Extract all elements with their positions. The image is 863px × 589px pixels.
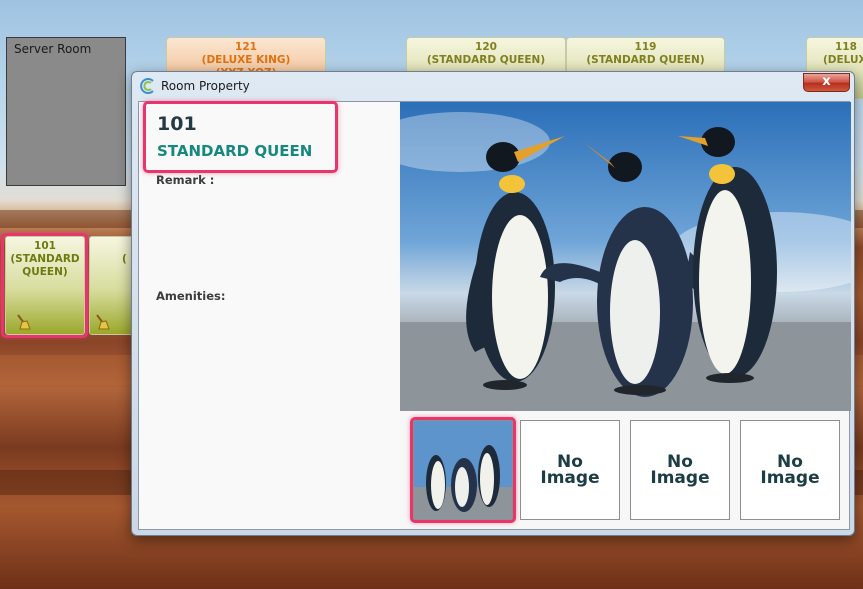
no-image-placeholder: No Image (521, 421, 619, 519)
no-image-text: Image (760, 468, 820, 488)
amenities-label: Amenities: (156, 289, 226, 303)
thumbnail-2[interactable]: No Image (520, 420, 620, 520)
room-number: 118 (835, 41, 857, 53)
room-main-photo (400, 102, 851, 411)
thumbnail-3[interactable]: No Image (630, 420, 730, 520)
room-number: 120 (475, 41, 497, 53)
thumbnail-4[interactable]: No Image (740, 420, 840, 520)
room-type: (STANDARD QUEEN) (586, 54, 705, 66)
broom-icon (96, 314, 110, 330)
room-type: (DELUXE KING) (201, 54, 291, 66)
room-number: 121 (235, 41, 257, 53)
remark-label: Remark : (156, 173, 215, 187)
dialog-title: Room Property (161, 79, 250, 93)
no-image-text: Image (650, 468, 710, 488)
server-room-block[interactable]: Server Room (6, 37, 126, 186)
room-type: (DELUX (823, 54, 863, 66)
close-icon: x (822, 74, 831, 89)
room-type: (STANDARD QUEEN) (426, 54, 546, 66)
room-101-highlight (1, 233, 88, 338)
room-heading-highlight (143, 101, 338, 173)
dialog-titlebar[interactable]: Room Property x (132, 72, 854, 99)
server-room-label: Server Room (14, 42, 92, 56)
no-image-text: Image (540, 468, 600, 488)
penguin-photo (400, 102, 851, 411)
no-image-placeholder: No Image (741, 421, 839, 519)
no-image-placeholder: No Image (631, 421, 729, 519)
room-number: 119 (634, 41, 657, 53)
close-button[interactable]: x (803, 73, 850, 92)
app-icon (140, 78, 154, 94)
thumbnail-highlight (410, 417, 516, 523)
